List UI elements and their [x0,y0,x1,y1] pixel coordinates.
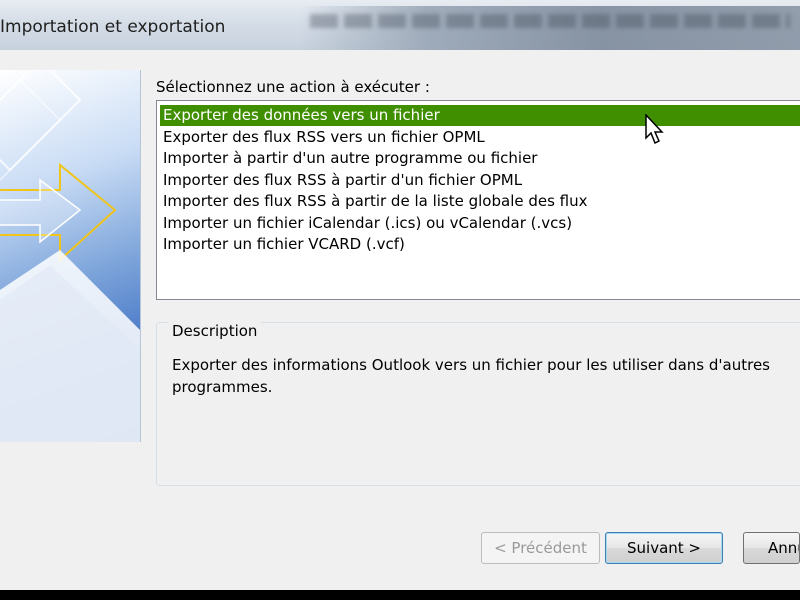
title-bar[interactable]: Importation et exportation [0,0,800,50]
action-list-item[interactable]: Importer des flux RSS à partir d'un fich… [160,170,800,191]
mouse-cursor-icon [645,114,664,145]
description-group [156,322,800,486]
action-list-item[interactable]: Importer des flux RSS à partir de la lis… [160,191,800,212]
description-text: Exporter des informations Outlook vers u… [172,356,770,396]
action-listbox[interactable]: Exporter des données vers un fichier Expo… [156,100,800,300]
action-prompt-label: Sélectionnez une action à exécuter : [156,78,430,96]
description-label: Description [168,322,262,340]
previous-button[interactable]: < Précédent [481,532,600,564]
action-list-item[interactable]: Exporter des données vers un fichier [160,105,800,126]
action-list-item[interactable]: Exporter des flux RSS vers un fichier OP… [160,127,800,148]
action-list-item[interactable]: Importer un fichier VCARD (.vcf) [160,234,800,255]
cancel-button-label: Annuler [768,539,799,557]
action-list-item[interactable]: Importer à partir d'un autre programme o… [160,148,800,169]
wizard-banner [0,70,141,442]
background-window-blur [300,6,800,50]
background-window-text-blur [310,14,790,28]
cancel-button[interactable]: Annuler [743,532,800,564]
window-title: Importation et exportation [0,17,226,37]
next-button[interactable]: Suivant > [605,532,723,564]
action-list-item[interactable]: Importer un fichier iCalendar (.ics) ou … [160,213,800,234]
banner-arrows-icon [0,70,140,442]
